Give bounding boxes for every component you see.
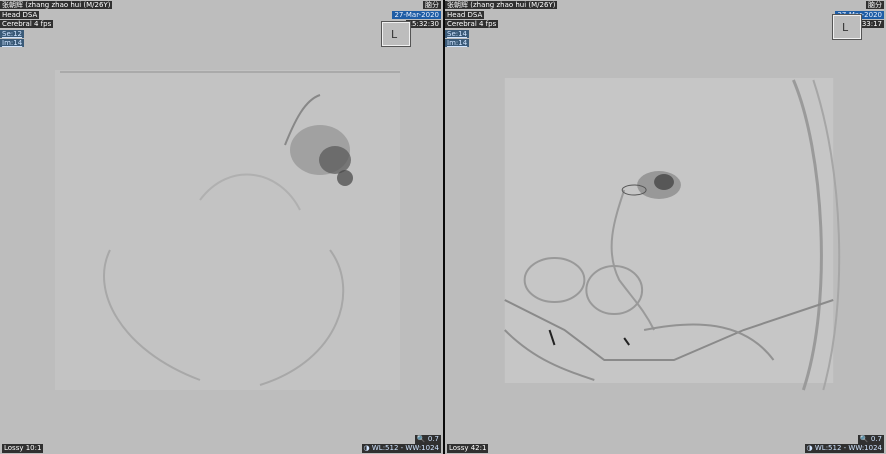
study-label: Head DSA <box>445 11 485 19</box>
viewport-right[interactable]: 张朝辉 (zhang zhao hui (M/26Y) 脑分 Head DSA … <box>443 0 886 454</box>
window-level-control[interactable]: ◑ WL:512 - WW:1024 <box>361 444 441 453</box>
contrast-icon: ◑ <box>806 444 813 452</box>
protocol-label: Cerebral 4 fps <box>0 20 54 28</box>
window-level-value: WL:512 - WW:1024 <box>371 444 439 452</box>
corner-tag: 脑分 <box>866 1 884 9</box>
study-time: 15:32:30 <box>405 20 441 28</box>
zoom-control[interactable]: 🔍 0.7 <box>414 435 441 444</box>
window-level-control[interactable]: ◑ WL:512 - WW:1024 <box>804 444 884 453</box>
image-link[interactable]: Im:14 <box>445 39 470 47</box>
angiogram-image-right <box>445 0 886 454</box>
study-date: 27-Mar-2020 <box>392 11 441 19</box>
zoom-value: 0.7 <box>427 435 439 443</box>
patient-name: 张朝辉 (zhang zhao hui (M/26Y) <box>0 1 113 9</box>
zoom-value: 0.7 <box>870 435 882 443</box>
orientation-marker: L <box>381 21 411 47</box>
window-level-value: WL:512 - WW:1024 <box>814 444 882 452</box>
compression-label: Lossy 42:1 <box>447 444 489 453</box>
series-link[interactable]: Se:14 <box>445 30 470 38</box>
series-link[interactable]: Se:12 <box>0 30 25 38</box>
corner-tag: 脑分 <box>423 1 441 9</box>
zoom-control[interactable]: 🔍 0.7 <box>857 435 884 444</box>
angiogram-image-left <box>0 0 443 454</box>
orientation-marker: L <box>832 14 862 40</box>
patient-name: 张朝辉 (zhang zhao hui (M/26Y) <box>445 1 558 9</box>
orientation-letter: L <box>391 28 398 41</box>
compression-label: Lossy 10:1 <box>2 444 44 453</box>
image-link[interactable]: Im:14 <box>0 39 25 47</box>
protocol-label: Cerebral 4 fps <box>445 20 499 28</box>
magnifier-icon: 🔍 <box>859 435 869 443</box>
orientation-letter: L <box>842 21 849 34</box>
magnifier-icon: 🔍 <box>416 435 426 443</box>
study-label: Head DSA <box>0 11 40 19</box>
contrast-icon: ◑ <box>363 444 370 452</box>
viewport-left[interactable]: 张朝辉 (zhang zhao hui (M/26Y) 脑分 Head DSA … <box>0 0 443 454</box>
